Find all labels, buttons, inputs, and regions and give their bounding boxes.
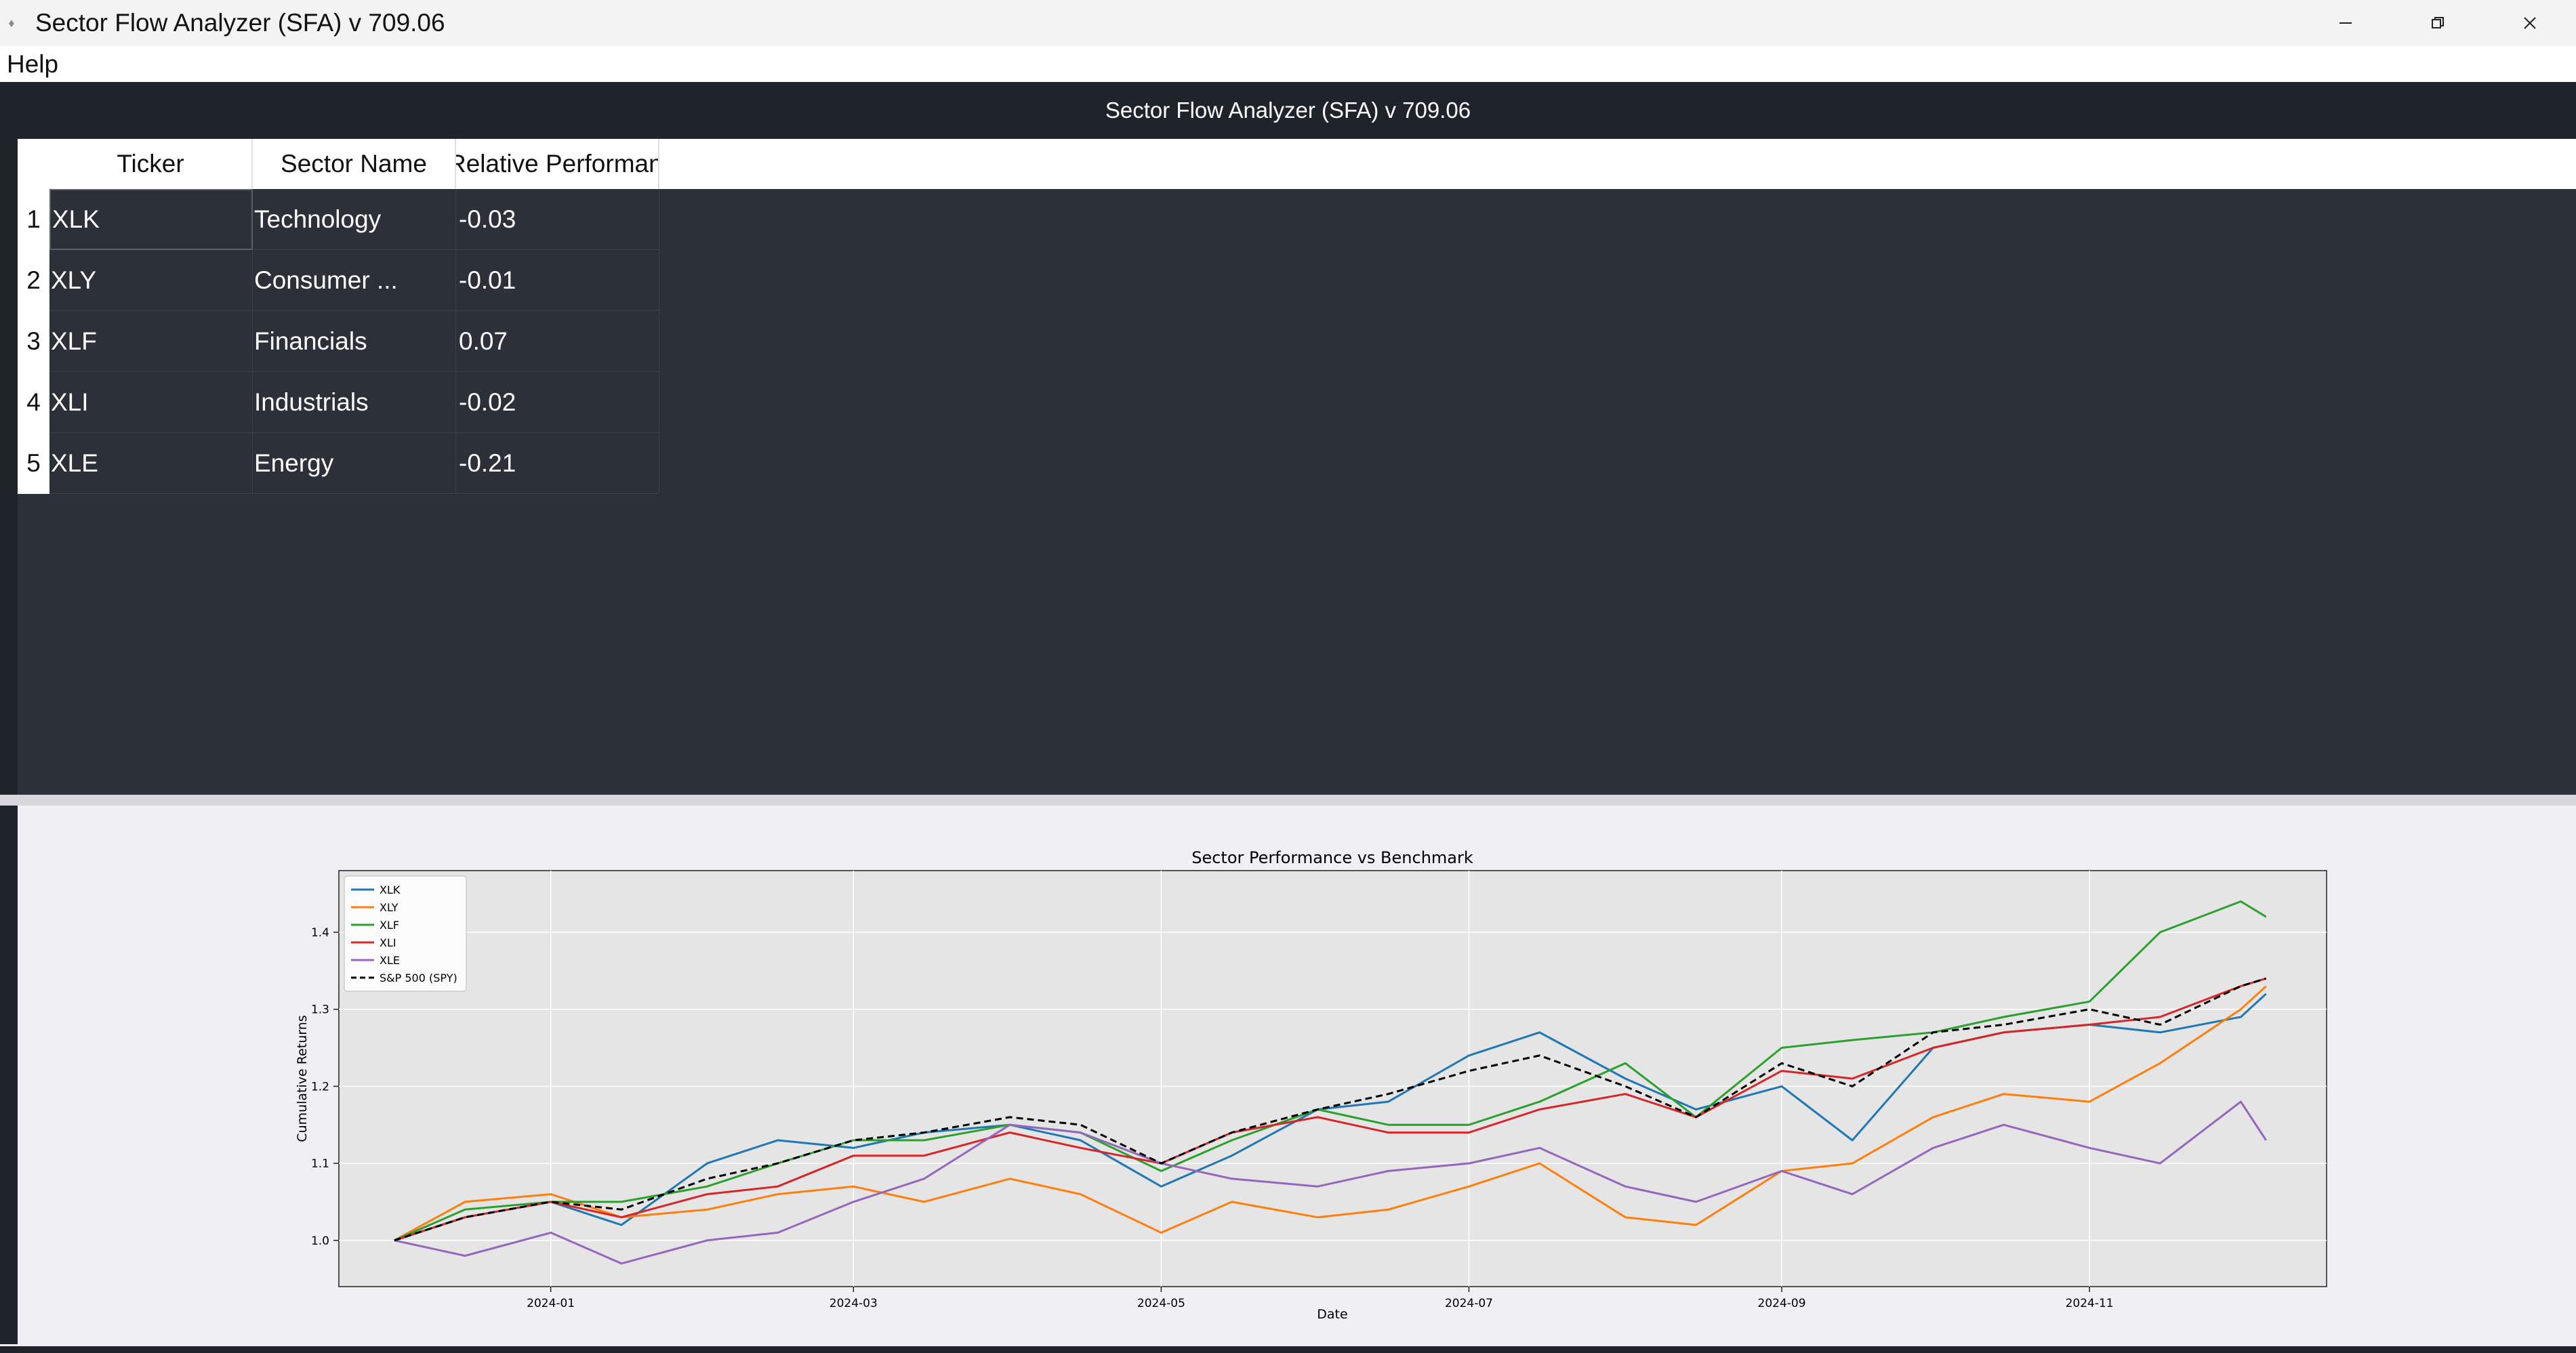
cell-performance[interactable]: 0.07	[456, 311, 659, 372]
legend-label: XLI	[380, 936, 396, 949]
window-controls	[2299, 0, 2576, 46]
chart-legend: XLK XLY XLF XLI XLE S&P 500 (SPY)	[344, 875, 467, 992]
y-tick-label: 1.0	[311, 1234, 329, 1248]
y-tick-label: 1.4	[311, 926, 329, 940]
app-header: Sector Flow Analyzer (SFA) v 709.06	[0, 82, 2576, 139]
legend-label: XLE	[380, 954, 400, 967]
row-header-3[interactable]: 3	[18, 311, 49, 372]
row-header-1[interactable]: 1	[18, 189, 49, 250]
x-tick-label: 2024-03	[830, 1297, 878, 1310]
table-corner[interactable]	[18, 139, 49, 189]
legend-label: XLK	[380, 883, 401, 896]
x-tick-label: 2024-11	[2066, 1297, 2114, 1310]
y-axis-ticks: 1.0 1.1 1.2 1.3 1.4	[311, 926, 339, 1248]
x-tick-label: 2024-07	[1445, 1297, 1493, 1310]
minimize-button[interactable]	[2299, 0, 2392, 46]
x-tick-label: 2024-05	[1137, 1297, 1185, 1310]
menu-help[interactable]: Help	[0, 50, 65, 79]
cell-ticker[interactable]: XLI	[49, 372, 253, 433]
y-axis-label: Cumulative Returns	[295, 1015, 310, 1142]
window-title: Sector Flow Analyzer (SFA) v 709.06	[35, 9, 445, 37]
cell-performance[interactable]: -0.01	[456, 250, 659, 311]
cell-sector[interactable]: Energy	[253, 433, 456, 494]
cell-sector[interactable]: Financials	[253, 311, 456, 372]
bottom-border	[0, 1346, 2576, 1353]
y-tick-label: 1.2	[311, 1080, 329, 1094]
cell-ticker[interactable]: XLK	[49, 189, 253, 250]
performance-chart: Sector Performance vs Benchmark 2024-01 2…	[295, 848, 2327, 1322]
cell-ticker[interactable]: XLF	[49, 311, 253, 372]
close-button[interactable]	[2484, 0, 2576, 46]
x-axis-label: Date	[1317, 1307, 1347, 1322]
legend-label: XLY	[380, 901, 398, 914]
table-margin	[0, 139, 18, 795]
chart-title: Sector Performance vs Benchmark	[1191, 848, 1473, 867]
sector-table: Ticker Sector Name Relative Performance …	[0, 139, 2576, 795]
close-icon	[2524, 17, 2536, 29]
cell-ticker[interactable]: XLY	[49, 250, 253, 311]
cell-sector[interactable]: Consumer ...	[253, 250, 456, 311]
cell-performance[interactable]: -0.02	[456, 372, 659, 433]
x-tick-label: 2024-01	[527, 1297, 575, 1310]
chart-pane: Sector Performance vs Benchmark 2024-01 2…	[0, 806, 2576, 1353]
title-bar: ♦ Sector Flow Analyzer (SFA) v 709.06	[0, 0, 2576, 46]
column-header-relative-performance[interactable]: Relative Performance	[456, 139, 659, 189]
app-icon: ♦	[8, 16, 15, 30]
cell-sector[interactable]: Industrials	[253, 372, 456, 433]
legend-label: XLF	[380, 919, 399, 932]
legend-label: S&P 500 (SPY)	[380, 972, 457, 984]
x-tick-label: 2024-09	[1758, 1297, 1806, 1310]
column-header-sector-name[interactable]: Sector Name	[253, 139, 456, 189]
cell-performance[interactable]: -0.03	[456, 189, 659, 250]
column-header-ticker[interactable]: Ticker	[49, 139, 253, 189]
cell-sector[interactable]: Technology	[253, 189, 456, 250]
row-header-5[interactable]: 5	[18, 433, 49, 494]
row-header-4[interactable]: 4	[18, 372, 49, 433]
restore-icon	[2432, 17, 2444, 28]
plot-area	[338, 870, 2327, 1287]
y-tick-label: 1.3	[311, 1003, 329, 1017]
restore-button[interactable]	[2392, 0, 2484, 46]
minimize-icon	[2339, 22, 2352, 24]
page-title: Sector Flow Analyzer (SFA) v 709.06	[1105, 98, 1471, 123]
cell-ticker[interactable]: XLE	[49, 433, 253, 494]
y-tick-label: 1.1	[311, 1157, 329, 1171]
cell-performance[interactable]: -0.21	[456, 433, 659, 494]
menu-bar: Help	[0, 46, 2576, 82]
row-header-2[interactable]: 2	[18, 250, 49, 311]
pane-splitter[interactable]	[0, 795, 2576, 806]
